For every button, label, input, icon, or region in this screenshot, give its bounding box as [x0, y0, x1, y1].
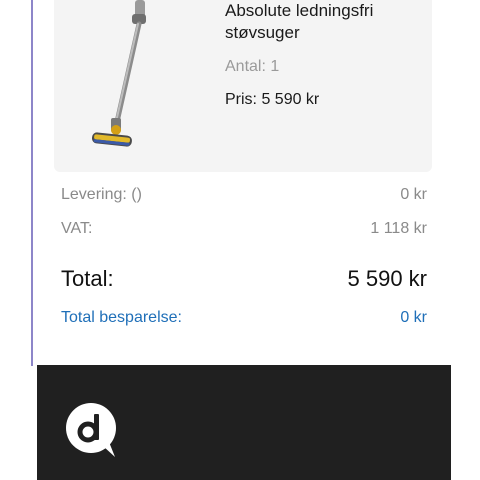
vat-label: VAT:: [61, 220, 93, 237]
delivery-value: 0 kr: [400, 186, 427, 203]
savings-row: Total besparelse: 0 kr: [61, 309, 427, 327]
delivery-label: Levering: (): [61, 186, 142, 203]
total-value: 5 590 kr: [347, 266, 428, 291]
total-label: Total:: [61, 266, 114, 291]
delivery-row: Levering: () 0 kr: [61, 186, 427, 204]
savings-value: 0 kr: [400, 309, 427, 326]
footer: [37, 365, 451, 480]
product-quantity: Antal: 1: [225, 58, 280, 75]
product-price: Pris: 5 590 kr: [225, 91, 320, 108]
vat-row: VAT: 1 118 kr: [61, 220, 427, 238]
d-speech-bubble-logo-icon[interactable]: [65, 402, 117, 458]
left-divider: [31, 0, 33, 366]
savings-label: Total besparelse:: [61, 309, 182, 326]
vacuum-product-image: [91, 0, 146, 147]
product-name: Absolute ledningsfri støvsuger: [225, 1, 374, 42]
total-row: Total: 5 590 kr: [61, 266, 427, 292]
vat-value: 1 118 kr: [370, 220, 427, 237]
